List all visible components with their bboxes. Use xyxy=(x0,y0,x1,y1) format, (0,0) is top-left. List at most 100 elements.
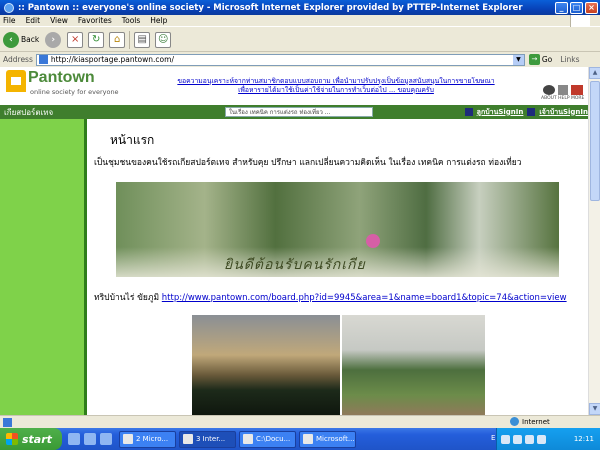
tray-network-icon[interactable] xyxy=(501,434,510,444)
menu-file[interactable]: File xyxy=(3,16,16,25)
site-name[interactable]: เกียสปอร์ตเทจ xyxy=(0,106,225,119)
member-signin-link[interactable]: ลูกบ้านSignIn xyxy=(477,107,524,118)
task-label: C:\Docu... xyxy=(256,435,291,443)
toolbar: ‹ Back › × ↻ ⌂ ▤ ☺ xyxy=(0,28,600,52)
page-title: หน้าแรก xyxy=(110,133,155,147)
menu-edit[interactable]: Edit xyxy=(26,16,41,25)
promo-line-2[interactable]: เพื่อหารายได้มาใช้เป็นค่าใช้จ่ายในการทำเ… xyxy=(156,86,516,95)
back-label: Back xyxy=(21,35,40,44)
address-input[interactable]: http://kiasportage.pantown.com/ ▼ xyxy=(35,53,525,66)
clock: 12:11 xyxy=(573,435,594,443)
tray-security-icon[interactable] xyxy=(525,434,534,444)
title-bar: :: Pantown :: everyone's online society … xyxy=(0,0,600,15)
window-title: :: Pantown :: everyone's online society … xyxy=(18,2,523,13)
minimize-button[interactable]: _ xyxy=(555,1,568,14)
address-label: Address xyxy=(3,55,33,64)
status-page-icon xyxy=(3,417,12,427)
taskbar-app-icon xyxy=(243,434,253,444)
landscape-photo xyxy=(342,315,485,415)
close-button[interactable]: × xyxy=(585,1,598,14)
site-search-input[interactable]: ในเรื่อง เทคนิค การแต่งรถ ท่องเที่ยว ... xyxy=(225,107,373,117)
messenger-icon[interactable]: ☺ xyxy=(155,31,172,48)
back-button[interactable]: ‹ Back xyxy=(3,31,40,48)
scroll-down-icon[interactable]: ▼ xyxy=(589,403,600,415)
task-label: 3 Inter... xyxy=(196,435,226,443)
taskbar: start 2 Micro... 3 Inter... C:\Docu... M… xyxy=(0,428,600,450)
start-button[interactable]: start xyxy=(0,428,62,450)
member-icon xyxy=(464,108,473,116)
site-nav-bar: เกียสปอร์ตเทจ ในเรื่อง เทคนิค การแต่งรถ … xyxy=(0,105,588,119)
vertical-scrollbar[interactable]: ▲ ▼ xyxy=(588,67,600,415)
taskbar-button-microsoft-2[interactable]: Microsoft... xyxy=(299,430,356,448)
taskbar-button-internet-explorer[interactable]: 3 Inter... xyxy=(179,430,236,448)
refresh-icon[interactable]: ↻ xyxy=(88,31,105,48)
menu-favorites[interactable]: Favorites xyxy=(78,16,112,25)
status-bar: Internet xyxy=(0,415,600,428)
about-help-more[interactable]: ABOUT HELP MORE xyxy=(541,85,585,103)
home-icon[interactable]: ⌂ xyxy=(109,31,126,48)
help-icon[interactable] xyxy=(558,85,568,95)
trip-link[interactable]: http://www.pantown.com/board.php?id=9945… xyxy=(162,293,567,303)
task-label: Microsoft... xyxy=(316,435,355,443)
maximize-button[interactable]: □ xyxy=(570,1,583,14)
banner-caption: ยินดีต้อนรับคนรักเกีย xyxy=(224,257,366,273)
stop-icon[interactable]: × xyxy=(67,31,84,48)
taskbar-button-documents[interactable]: C:\Docu... xyxy=(239,430,296,448)
go-arrow-icon: → xyxy=(528,54,540,65)
browser-viewport: Pantown online society for everyone ขอคว… xyxy=(0,67,588,415)
tray-messenger-icon[interactable] xyxy=(537,434,546,444)
menu-help[interactable]: Help xyxy=(150,16,167,25)
taskbar-app-icon xyxy=(183,434,193,444)
left-sidebar xyxy=(0,119,87,415)
forward-button[interactable]: › xyxy=(45,31,62,48)
start-label: start xyxy=(22,432,52,446)
welcome-banner-image: ยินดีต้อนรับคนรักเกีย xyxy=(116,182,559,277)
about-icon[interactable] xyxy=(543,85,555,95)
taskbar-button-microsoft-1[interactable]: 2 Micro... xyxy=(119,430,176,448)
main-content: หน้าแรก เป็นชุมชนของคนใช้รถเกียสปอร์ตเทจ… xyxy=(90,119,588,415)
promo-line-1[interactable]: ขอความอนุเคราะห์จากท่านสมาชิกตอบแบบสอบถา… xyxy=(156,77,516,86)
forward-arrow-icon: › xyxy=(45,31,62,48)
tray-volume-icon[interactable] xyxy=(513,434,522,444)
pantown-logo-icon xyxy=(6,70,26,92)
security-zone: Internet xyxy=(510,417,550,426)
logo-tagline: online society for everyone xyxy=(30,88,119,96)
menu-tools[interactable]: Tools xyxy=(122,16,140,25)
links-button[interactable]: Links xyxy=(560,55,579,64)
scroll-up-icon[interactable]: ▲ xyxy=(589,67,600,79)
survey-promo-link[interactable]: ขอความอนุเคราะห์จากท่านสมาชิกตอบแบบสอบถา… xyxy=(156,77,516,95)
back-arrow-icon: ‹ xyxy=(3,31,19,48)
owner-icon xyxy=(527,108,536,116)
address-dropdown-icon[interactable]: ▼ xyxy=(512,54,524,65)
logo-name: Pantown xyxy=(28,69,95,86)
page-icon xyxy=(38,55,48,64)
site-header: Pantown online society for everyone ขอคว… xyxy=(0,67,588,105)
taskbar-app-icon xyxy=(303,434,313,444)
zone-label: Internet xyxy=(522,417,550,426)
toolbar-separator xyxy=(129,30,131,49)
menu-view[interactable]: View xyxy=(50,16,68,25)
about-help-more-label: ABOUT HELP MORE xyxy=(541,96,585,101)
go-label: Go xyxy=(541,55,553,64)
menu-bar: File Edit View Favorites Tools Help xyxy=(0,15,600,27)
sunset-photo xyxy=(192,315,340,415)
address-url[interactable]: http://kiasportage.pantown.com/ xyxy=(51,55,513,64)
pantown-logo[interactable]: Pantown online society for everyone xyxy=(6,69,119,96)
windows-logo-icon xyxy=(6,433,18,445)
quicklaunch-ie-icon[interactable] xyxy=(84,433,96,445)
system-tray: 12:11 xyxy=(496,428,600,450)
scroll-thumb[interactable] xyxy=(590,81,600,201)
owner-signin-link[interactable]: เจ้าบ้านSignIn xyxy=(539,107,588,118)
address-bar: Address http://kiasportage.pantown.com/ … xyxy=(0,53,600,66)
ie-icon xyxy=(4,2,14,13)
signin-area: ลูกบ้านSignIn เจ้าบ้านSignIn xyxy=(461,107,588,118)
more-icon[interactable] xyxy=(571,85,583,95)
taskbar-app-icon xyxy=(123,434,133,444)
quicklaunch-desktop-icon[interactable] xyxy=(68,433,80,445)
favorites-icon[interactable]: ▤ xyxy=(134,31,151,48)
go-button[interactable]: → Go xyxy=(528,54,553,65)
task-label: 2 Micro... xyxy=(136,435,169,443)
trip-line: ทริปบ้านไร่ ขัยภูมิ http://www.pantown.c… xyxy=(94,290,567,304)
flower-image xyxy=(366,234,380,248)
quicklaunch-media-icon[interactable] xyxy=(100,433,112,445)
